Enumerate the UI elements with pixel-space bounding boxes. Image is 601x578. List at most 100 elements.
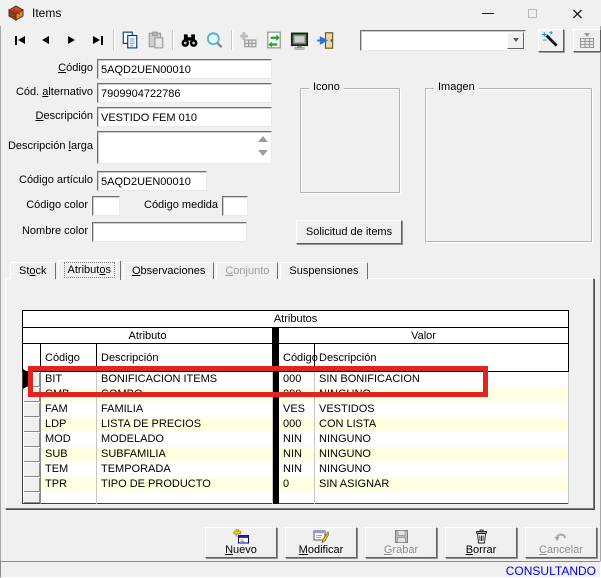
copy-icon (121, 31, 139, 49)
previous-record-button[interactable] (33, 29, 59, 51)
tab-stock[interactable]: Stock (10, 262, 56, 279)
borrar-button[interactable]: Borrar (445, 527, 517, 558)
nuevo-button[interactable]: Nuevo (205, 527, 277, 558)
descripcion-label: Descripción (0, 110, 93, 122)
monitor-icon (290, 31, 309, 50)
status-bar: CONSULTANDO (0, 561, 601, 578)
record-combobox-value (361, 31, 506, 50)
zoom-icon (205, 31, 224, 50)
grid-row-fam[interactable]: FAM FAMILIA VES VESTIDOS (23, 402, 569, 417)
items-window: { "window": { "title": "Items", "app_ico… (0, 0, 601, 578)
imagen-group-label: Imagen (434, 81, 479, 93)
package-icon (7, 5, 25, 21)
save-icon (394, 529, 409, 544)
next-record-button[interactable] (59, 29, 85, 51)
codigo-color-input[interactable] (92, 196, 120, 216)
icono-group-label: Icono (309, 81, 344, 93)
status-text: CONSULTANDO (506, 564, 596, 578)
nombre-color-input[interactable] (92, 222, 247, 242)
grid-row-empty[interactable] (23, 492, 569, 504)
modificar-button[interactable]: Modificar (285, 527, 357, 558)
tab-conjunto[interactable]: Conjunto (216, 262, 278, 279)
find-icon (180, 31, 199, 49)
first-record-icon (15, 36, 25, 45)
grid-row-cmb[interactable]: CMB COMBO 000 NINGUNO (23, 387, 569, 402)
grid-dropdown-icon (580, 38, 594, 48)
tab-observaciones[interactable]: Observaciones (123, 262, 214, 279)
group-header-valor: Valor (279, 328, 569, 344)
codigo-medida-input[interactable] (222, 196, 248, 216)
refresh-button[interactable] (261, 29, 287, 51)
current-record-indicator (23, 372, 41, 387)
grid-row-bit[interactable]: BIT BONIFICACION ITEMS 000 SIN BONIFICAC… (23, 372, 569, 387)
tab-suspensiones[interactable]: Suspensiones (280, 262, 367, 279)
window-title: Items (32, 6, 61, 20)
grid-title: Atributos (23, 311, 569, 328)
column-header-codigo: Código (41, 344, 97, 372)
toolbar (0, 27, 601, 53)
close-icon: × (571, 6, 584, 22)
atributos-grid: Atributos Atributo Valor Código Descripc… (22, 310, 569, 504)
codigo-medida-label: Código medida (130, 199, 218, 211)
zoom-button[interactable] (202, 29, 228, 51)
find-button[interactable] (176, 29, 202, 51)
combobox-dropdown-button[interactable] (507, 32, 524, 49)
indicator-column-header (23, 344, 41, 372)
imagen-groupbox: Imagen (425, 88, 592, 242)
wand-icon (542, 31, 560, 49)
descripcion-larga-input[interactable] (97, 131, 272, 164)
grid-row-mod[interactable]: MOD MODELADO NIN NINGUNO (23, 432, 569, 447)
toolbar-separator (231, 30, 232, 50)
refresh-icon (265, 31, 283, 49)
cod-alternativo-label: Cód. alternativo (0, 86, 93, 98)
codigo-color-label: Código color (0, 199, 88, 211)
codigo-label: Código (0, 62, 93, 74)
codigo-articulo-label: Código artículo (0, 174, 93, 186)
codigo-input[interactable] (97, 59, 272, 79)
grabar-button[interactable]: Grabar (365, 527, 437, 558)
delete-icon (474, 529, 489, 544)
column-header-valor-codigo: Código (279, 344, 315, 372)
close-button[interactable]: × (555, 1, 600, 26)
add-record-button[interactable] (235, 29, 261, 51)
grid-row-tem[interactable]: TEM TEMPORADA NIN NINGUNO (23, 462, 569, 477)
column-header-descripcion: Descripción (97, 344, 273, 372)
wand-button[interactable] (538, 29, 564, 52)
paste-icon (147, 31, 165, 49)
first-record-button[interactable] (7, 29, 33, 51)
grid-dropdown-button[interactable] (573, 29, 601, 52)
cancelar-button[interactable]: Cancelar (525, 527, 597, 558)
scroll-up-icon[interactable] (258, 136, 268, 142)
last-record-button[interactable] (85, 29, 111, 51)
paste-button[interactable] (143, 29, 169, 51)
previous-record-icon (42, 36, 49, 44)
grid-column-header-row: Código Descripción Código Descripción (23, 344, 569, 372)
monitor-button[interactable] (287, 29, 313, 51)
cod-alternativo-input[interactable] (97, 83, 272, 103)
column-header-valor-descripcion: Descripción (315, 344, 569, 372)
minimize-button[interactable] (465, 1, 510, 26)
grid-row-ldp[interactable]: LDP LISTA DE PRECIOS 000 CON LISTA (23, 417, 569, 432)
toolbar-separator (172, 30, 173, 50)
grid-row-tpr[interactable]: TPR TIPO DE PRODUCTO 0 SIN ASIGNAR (23, 477, 569, 492)
record-combobox[interactable] (360, 30, 526, 51)
maximize-button[interactable] (510, 1, 555, 26)
grid-title-row: Atributos (23, 311, 569, 328)
copy-button[interactable] (117, 29, 143, 51)
exit-button[interactable] (312, 29, 338, 51)
undo-icon (553, 530, 569, 544)
grid-group-row: Atributo Valor (23, 328, 569, 344)
tab-atributos[interactable]: Atributos (58, 260, 121, 280)
codigo-articulo-input[interactable] (97, 171, 207, 191)
last-record-icon (93, 36, 103, 45)
new-record-icon (233, 529, 249, 544)
grid-row-sub[interactable]: SUB SUBFAMILIA NIN NINGUNO (23, 447, 569, 462)
solicitud-de-items-button[interactable]: Solicitud de items (296, 220, 402, 244)
maximize-icon (528, 9, 537, 18)
icono-groupbox: Icono (300, 88, 400, 193)
scroll-down-icon[interactable] (258, 150, 268, 156)
current-record-icon (23, 369, 29, 389)
descripcion-input[interactable] (97, 107, 272, 127)
next-record-icon (68, 36, 75, 44)
nombre-color-label: Nombre color (0, 225, 88, 237)
